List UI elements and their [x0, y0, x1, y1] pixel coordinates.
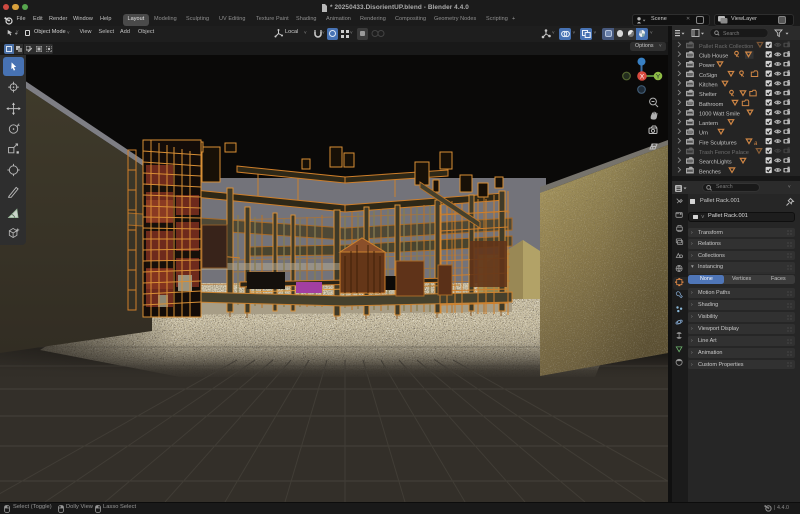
svg-text:Pallet Rack Collection: Pallet Rack Collection — [699, 44, 753, 50]
svg-text:Search: Search — [723, 31, 740, 37]
svg-text:SearchLights: SearchLights — [699, 160, 732, 166]
svg-text:CoSign: CoSign — [699, 73, 717, 79]
svg-text:Urn: Urn — [699, 131, 708, 137]
svg-text:Shelter: Shelter — [699, 92, 717, 98]
svg-text:Kitchen: Kitchen — [699, 83, 718, 89]
svg-text:Fire Sculptures: Fire Sculptures — [699, 140, 737, 146]
svg-text:a: a — [754, 141, 758, 147]
svg-text:Benches: Benches — [699, 169, 721, 175]
svg-text:Club House: Club House — [699, 54, 728, 60]
svg-text:Bathroom: Bathroom — [699, 102, 724, 108]
svg-text:X: X — [640, 74, 645, 81]
svg-text:Lantern: Lantern — [699, 121, 718, 127]
svg-text:Trash Fence Palace: Trash Fence Palace — [699, 150, 749, 156]
svg-text:Power: Power — [699, 63, 715, 69]
svg-text:Y: Y — [656, 74, 661, 81]
svg-text:1000 Watt Smile: 1000 Watt Smile — [699, 111, 740, 117]
